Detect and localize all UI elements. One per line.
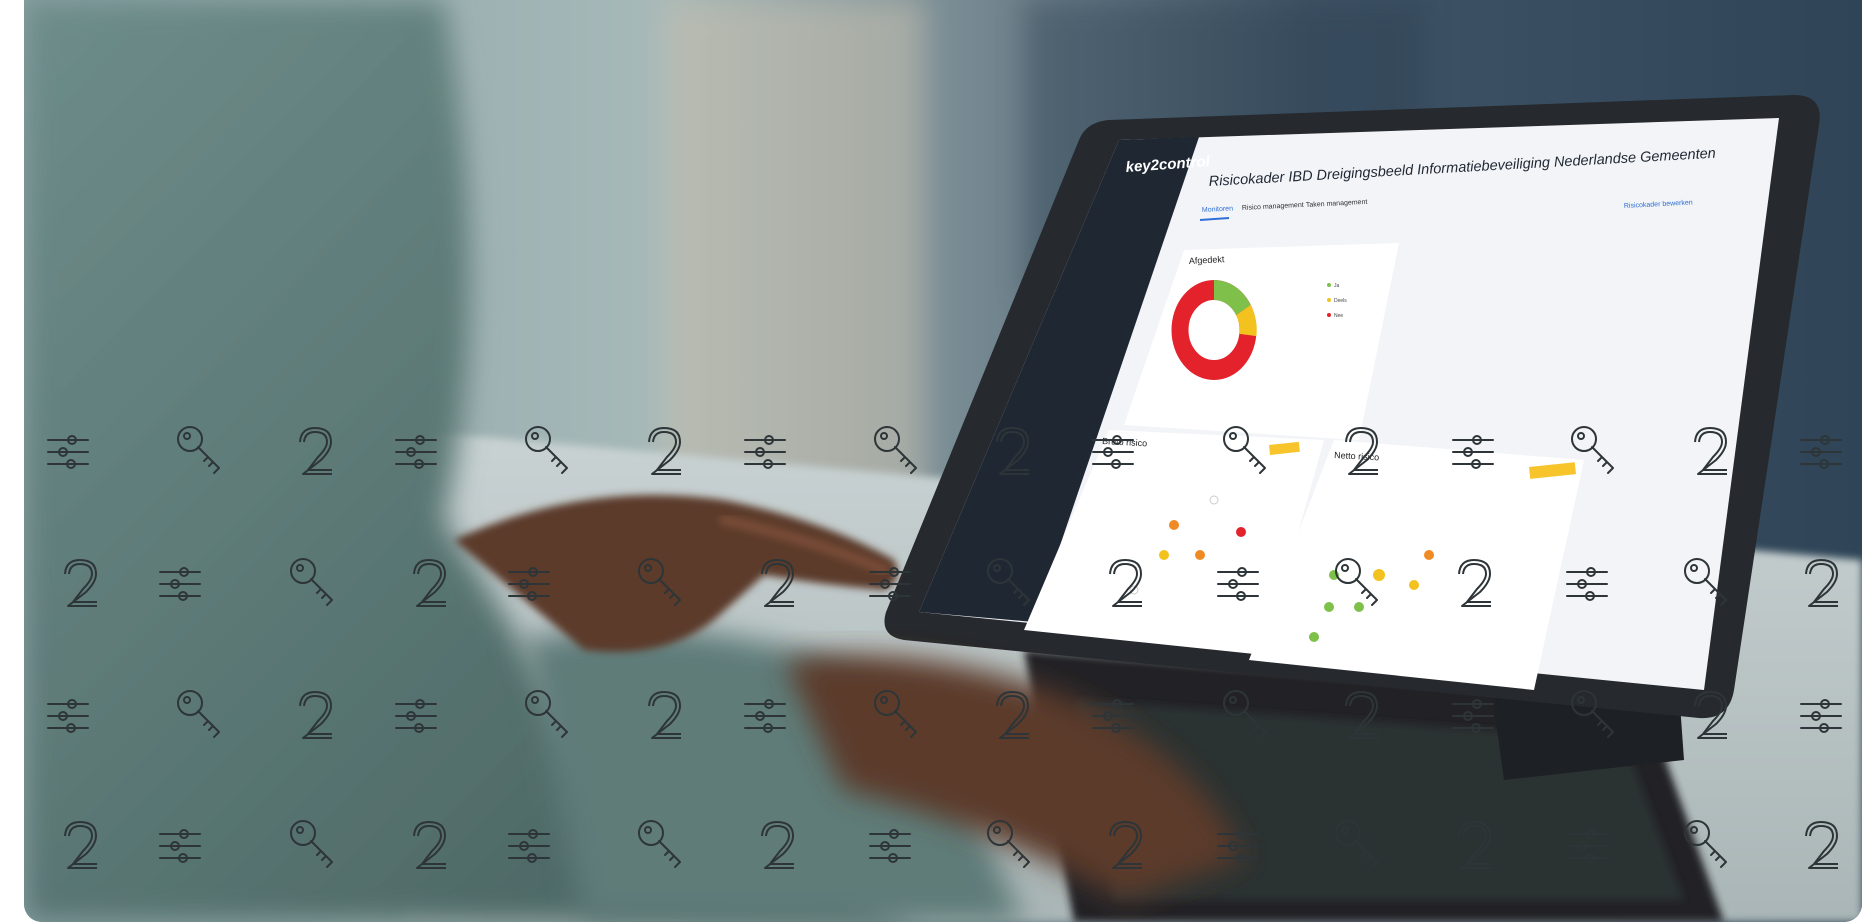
legend-nee: Nee xyxy=(1334,313,1343,319)
legend-deels: Deels xyxy=(1334,298,1347,304)
hero-image: key2control Risicokader IBD Dreigingsbee… xyxy=(24,0,1862,922)
legend-ja: Ja xyxy=(1334,283,1340,289)
card-afgedekt-title: Afgedekt xyxy=(1189,254,1225,266)
hero-photo: key2control Risicokader IBD Dreigingsbee… xyxy=(24,0,1862,922)
